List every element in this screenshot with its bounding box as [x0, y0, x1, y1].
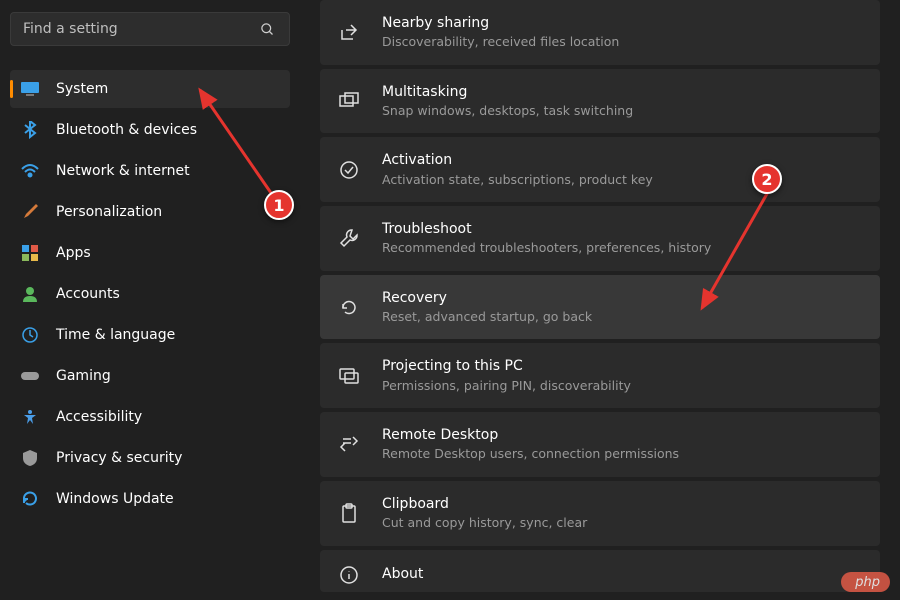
- setting-title: Activation: [382, 151, 653, 169]
- setting-desc: Remote Desktop users, connection permiss…: [382, 445, 679, 463]
- sidebar-item-label: Time & language: [56, 327, 175, 343]
- search-box[interactable]: [10, 12, 290, 46]
- sidebar-item-label: Windows Update: [56, 491, 174, 507]
- sidebar-item-accounts[interactable]: Accounts: [10, 275, 290, 313]
- setting-title: Nearby sharing: [382, 14, 619, 32]
- sidebar-item-privacy[interactable]: Privacy & security: [10, 439, 290, 477]
- setting-title: Projecting to this PC: [382, 357, 631, 375]
- setting-title: Multitasking: [382, 83, 633, 101]
- apps-icon: [20, 243, 40, 263]
- sidebar-item-bluetooth[interactable]: Bluetooth & devices: [10, 111, 290, 149]
- sidebar: System Bluetooth & devices Network & int…: [0, 0, 300, 600]
- project-icon: [338, 365, 360, 387]
- sidebar-item-label: System: [56, 81, 108, 97]
- sidebar-item-time[interactable]: Time & language: [10, 316, 290, 354]
- shield-icon: [20, 448, 40, 468]
- sidebar-item-gaming[interactable]: Gaming: [10, 357, 290, 395]
- setting-title: About: [382, 565, 423, 583]
- setting-desc: Discoverability, received files location: [382, 33, 619, 51]
- sidebar-item-system[interactable]: System: [10, 70, 290, 108]
- setting-clipboard[interactable]: Clipboard Cut and copy history, sync, cl…: [320, 481, 880, 546]
- multitask-icon: [338, 90, 360, 112]
- setting-projecting[interactable]: Projecting to this PC Permissions, pairi…: [320, 343, 880, 408]
- sidebar-item-label: Bluetooth & devices: [56, 122, 197, 138]
- setting-desc: Recommended troubleshooters, preferences…: [382, 239, 711, 257]
- globe-clock-icon: [20, 325, 40, 345]
- setting-title: Remote Desktop: [382, 426, 679, 444]
- sidebar-item-network[interactable]: Network & internet: [10, 152, 290, 190]
- wifi-icon: [20, 161, 40, 181]
- check-circle-icon: [338, 159, 360, 181]
- sidebar-item-apps[interactable]: Apps: [10, 234, 290, 272]
- setting-title: Recovery: [382, 289, 592, 307]
- setting-nearby-sharing[interactable]: Nearby sharing Discoverability, received…: [320, 0, 880, 65]
- sidebar-item-label: Personalization: [56, 204, 162, 220]
- search-icon: [257, 19, 277, 39]
- main-content: Nearby sharing Discoverability, received…: [300, 0, 900, 600]
- setting-title: Clipboard: [382, 495, 587, 513]
- wrench-icon: [338, 227, 360, 249]
- search-input[interactable]: [23, 21, 257, 37]
- setting-about[interactable]: About: [320, 550, 880, 592]
- brush-icon: [20, 202, 40, 222]
- recovery-icon: [338, 296, 360, 318]
- gamepad-icon: [20, 366, 40, 386]
- setting-desc: Permissions, pairing PIN, discoverabilit…: [382, 377, 631, 395]
- sidebar-item-label: Apps: [56, 245, 91, 261]
- sidebar-item-update[interactable]: Windows Update: [10, 480, 290, 518]
- sidebar-item-label: Gaming: [56, 368, 111, 384]
- sidebar-item-label: Privacy & security: [56, 450, 182, 466]
- info-icon: [338, 564, 360, 586]
- person-icon: [20, 284, 40, 304]
- sidebar-item-label: Accessibility: [56, 409, 142, 425]
- clipboard-icon: [338, 502, 360, 524]
- accessibility-icon: [20, 407, 40, 427]
- setting-troubleshoot[interactable]: Troubleshoot Recommended troubleshooters…: [320, 206, 880, 271]
- share-icon: [338, 21, 360, 43]
- sidebar-item-accessibility[interactable]: Accessibility: [10, 398, 290, 436]
- setting-desc: Activation state, subscriptions, product…: [382, 171, 653, 189]
- setting-remote-desktop[interactable]: Remote Desktop Remote Desktop users, con…: [320, 412, 880, 477]
- update-icon: [20, 489, 40, 509]
- setting-multitasking[interactable]: Multitasking Snap windows, desktops, tas…: [320, 69, 880, 134]
- setting-activation[interactable]: Activation Activation state, subscriptio…: [320, 137, 880, 202]
- bluetooth-icon: [20, 120, 40, 140]
- setting-desc: Reset, advanced startup, go back: [382, 308, 592, 326]
- setting-recovery[interactable]: Recovery Reset, advanced startup, go bac…: [320, 275, 880, 340]
- watermark: php: [841, 572, 890, 592]
- setting-desc: Snap windows, desktops, task switching: [382, 102, 633, 120]
- monitor-icon: [20, 79, 40, 99]
- sidebar-item-label: Network & internet: [56, 163, 190, 179]
- sidebar-item-label: Accounts: [56, 286, 120, 302]
- sidebar-item-personalization[interactable]: Personalization: [10, 193, 290, 231]
- setting-desc: Cut and copy history, sync, clear: [382, 514, 587, 532]
- remote-icon: [338, 433, 360, 455]
- setting-title: Troubleshoot: [382, 220, 711, 238]
